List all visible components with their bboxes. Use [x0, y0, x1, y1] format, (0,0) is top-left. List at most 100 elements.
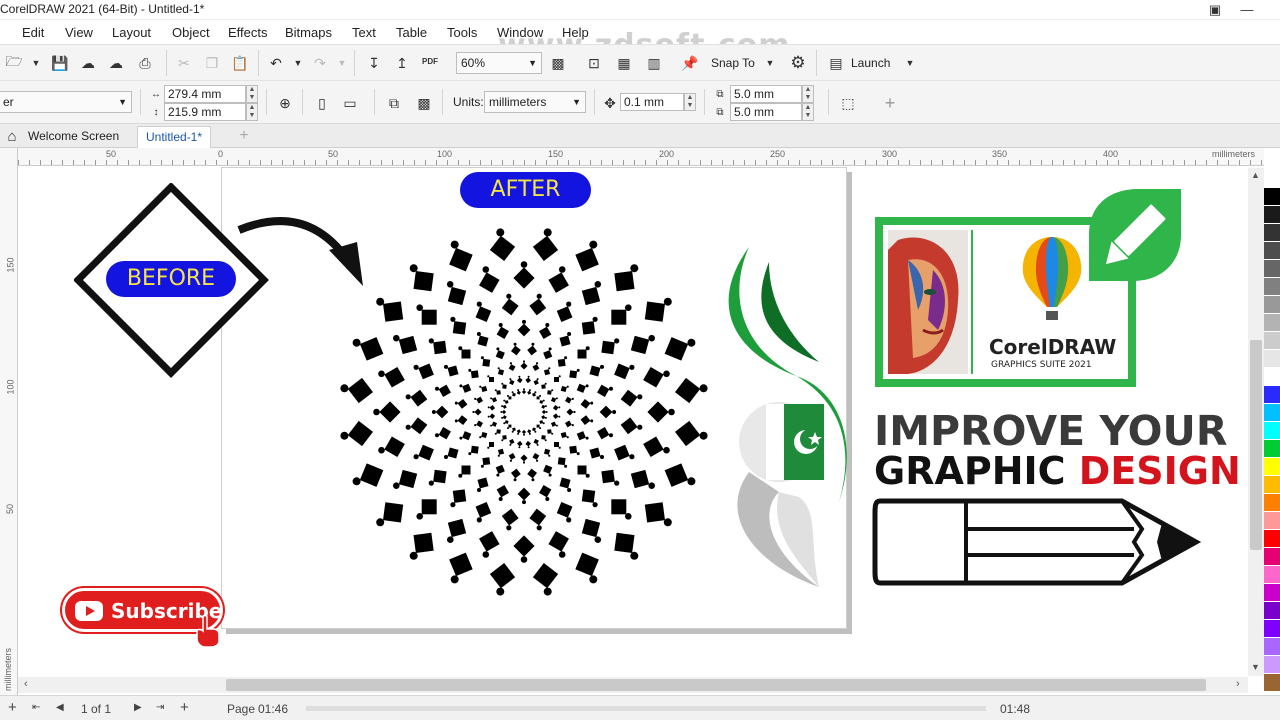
- palette-swatch[interactable]: [1264, 332, 1280, 350]
- launch-label[interactable]: Launch: [851, 56, 890, 70]
- horizontal-scrollbar[interactable]: ‹ ›: [18, 677, 1248, 693]
- publish-pdf-icon[interactable]: PDF: [420, 51, 440, 71]
- palette-swatch[interactable]: [1264, 566, 1280, 584]
- palette-swatch[interactable]: [1264, 602, 1280, 620]
- palette-swatch[interactable]: [1264, 422, 1280, 440]
- palette-swatch[interactable]: [1264, 242, 1280, 260]
- after-radial-pattern[interactable]: [334, 212, 714, 612]
- first-page-icon[interactable]: ⇤: [32, 702, 40, 713]
- tab-welcome-screen[interactable]: Welcome Screen: [20, 126, 127, 148]
- palette-swatch[interactable]: [1264, 620, 1280, 638]
- palette-swatch[interactable]: [1264, 404, 1280, 422]
- palette-swatch[interactable]: [1264, 224, 1280, 242]
- all-pages-icon[interactable]: ⊕: [275, 93, 295, 113]
- chevron-down-icon[interactable]: ▼: [26, 53, 46, 73]
- apply-to-all-pages-icon[interactable]: ⧉: [384, 93, 404, 113]
- cloud-download-icon[interactable]: ☁: [106, 53, 126, 73]
- vertical-scrollbar[interactable]: ▲ ▼: [1248, 168, 1264, 676]
- menu-layout[interactable]: Layout: [112, 25, 151, 40]
- palette-swatch[interactable]: [1264, 530, 1280, 548]
- palette-swatch[interactable]: [1264, 188, 1280, 206]
- duplicate-distance-x-field[interactable]: 5.0 mm: [730, 85, 802, 103]
- palette-swatch[interactable]: [1264, 386, 1280, 404]
- next-page-icon[interactable]: ▶: [134, 702, 142, 713]
- scroll-left-icon[interactable]: ‹: [24, 678, 28, 690]
- page-height-field[interactable]: 215.9 mm: [164, 103, 246, 121]
- home-icon[interactable]: ⌂: [2, 126, 22, 146]
- page-preset-dropdown[interactable]: er ▼: [0, 91, 132, 113]
- paste-icon[interactable]: 📋: [230, 53, 250, 73]
- redo-icon[interactable]: ↷: [310, 53, 330, 73]
- page-tab-label[interactable]: Page: [227, 702, 255, 716]
- current-page-icon[interactable]: ▩: [414, 93, 434, 113]
- snap-icon[interactable]: 📌: [680, 53, 700, 73]
- duplicate-y-spinner[interactable]: ▲ ▼: [802, 103, 814, 121]
- scroll-right-icon[interactable]: ›: [1236, 678, 1240, 690]
- last-page-icon[interactable]: ⇥: [156, 702, 164, 713]
- previous-page-icon[interactable]: ◀: [56, 702, 64, 713]
- chevron-down-icon[interactable]: ▼: [760, 53, 780, 73]
- menu-text[interactable]: Text: [352, 25, 376, 40]
- palette-swatch[interactable]: [1264, 584, 1280, 602]
- palette-swatch[interactable]: [1264, 476, 1280, 494]
- options-gear-icon[interactable]: ⚙: [788, 53, 808, 73]
- palette-swatch[interactable]: [1264, 206, 1280, 224]
- palette-swatch[interactable]: [1264, 458, 1280, 476]
- menu-edit[interactable]: Edit: [22, 25, 44, 40]
- palette-swatch[interactable]: [1264, 494, 1280, 512]
- before-label[interactable]: BEFORE: [106, 261, 236, 297]
- print-icon[interactable]: ⎙: [135, 53, 155, 73]
- cloud-upload-icon[interactable]: ☁: [78, 53, 98, 73]
- menu-effects[interactable]: Effects: [228, 25, 268, 40]
- palette-swatch[interactable]: [1264, 296, 1280, 314]
- nudge-distance-field[interactable]: 0.1 mm: [620, 93, 684, 111]
- add-page-after-icon[interactable]: +: [180, 699, 189, 716]
- copy-icon[interactable]: ❐: [202, 53, 222, 73]
- palette-swatch[interactable]: [1264, 440, 1280, 458]
- show-guidelines-icon[interactable]: ▥: [644, 53, 664, 73]
- export-icon[interactable]: ↥: [392, 53, 412, 73]
- page-border-icon[interactable]: ⬚: [838, 93, 858, 113]
- palette-swatch[interactable]: [1264, 350, 1280, 368]
- palette-swatch[interactable]: [1264, 170, 1280, 188]
- duplicate-x-spinner[interactable]: ▲ ▼: [802, 85, 814, 103]
- chevron-down-icon[interactable]: ▼: [288, 53, 308, 73]
- open-folder-icon[interactable]: 🗁: [4, 53, 24, 73]
- portrait-icon[interactable]: ▯: [312, 93, 332, 113]
- horizontal-scroll-thumb[interactable]: [226, 679, 1206, 691]
- palette-swatch[interactable]: [1264, 638, 1280, 656]
- show-grid-icon[interactable]: ▦: [614, 53, 634, 73]
- pakistan-swoosh-logo[interactable]: [709, 242, 859, 592]
- video-progress-bar[interactable]: [306, 706, 986, 711]
- save-icon[interactable]: 💾: [50, 53, 70, 73]
- height-spinner[interactable]: ▲ ▼: [246, 103, 258, 121]
- new-tab-icon[interactable]: +: [234, 126, 254, 146]
- palette-swatch[interactable]: [1264, 548, 1280, 566]
- page-width-field[interactable]: 279.4 mm: [164, 85, 246, 103]
- chevron-down-icon[interactable]: ▼: [900, 53, 920, 73]
- add-icon[interactable]: +: [880, 93, 900, 113]
- palette-swatch[interactable]: [1264, 278, 1280, 296]
- scroll-down-icon[interactable]: ▼: [1251, 662, 1260, 672]
- palette-swatch[interactable]: [1264, 260, 1280, 278]
- show-rulers-icon[interactable]: ⊡: [584, 53, 604, 73]
- full-screen-preview-icon[interactable]: ▩: [548, 53, 568, 73]
- width-spinner[interactable]: ▲ ▼: [246, 85, 258, 103]
- after-label[interactable]: AFTER: [460, 172, 591, 208]
- menu-object[interactable]: Object: [172, 25, 210, 40]
- tab-untitled-1[interactable]: Untitled-1*: [137, 126, 212, 148]
- palette-swatch[interactable]: [1264, 512, 1280, 530]
- drawing-canvas[interactable]: BEFORE AFTER CorelDRAW GRAPHICS SUITE 20…: [19, 167, 1264, 677]
- minimize-icon[interactable]: —: [1230, 0, 1264, 20]
- horizontal-ruler[interactable]: 50 0 50 100 150 200 250 300 350 400 mill…: [18, 148, 1264, 166]
- menu-view[interactable]: View: [65, 25, 93, 40]
- landscape-icon[interactable]: ▭: [340, 93, 360, 113]
- menu-bitmaps[interactable]: Bitmaps: [285, 25, 332, 40]
- undo-icon[interactable]: ↶: [266, 53, 286, 73]
- scroll-up-icon[interactable]: ▲: [1251, 170, 1260, 180]
- import-icon[interactable]: ↧: [364, 53, 384, 73]
- launch-icon[interactable]: ▤: [826, 53, 846, 73]
- snap-to-label[interactable]: Snap To: [711, 56, 755, 70]
- nudge-spinner[interactable]: ▲ ▼: [684, 93, 696, 111]
- app-icon[interactable]: ▣: [1198, 0, 1232, 20]
